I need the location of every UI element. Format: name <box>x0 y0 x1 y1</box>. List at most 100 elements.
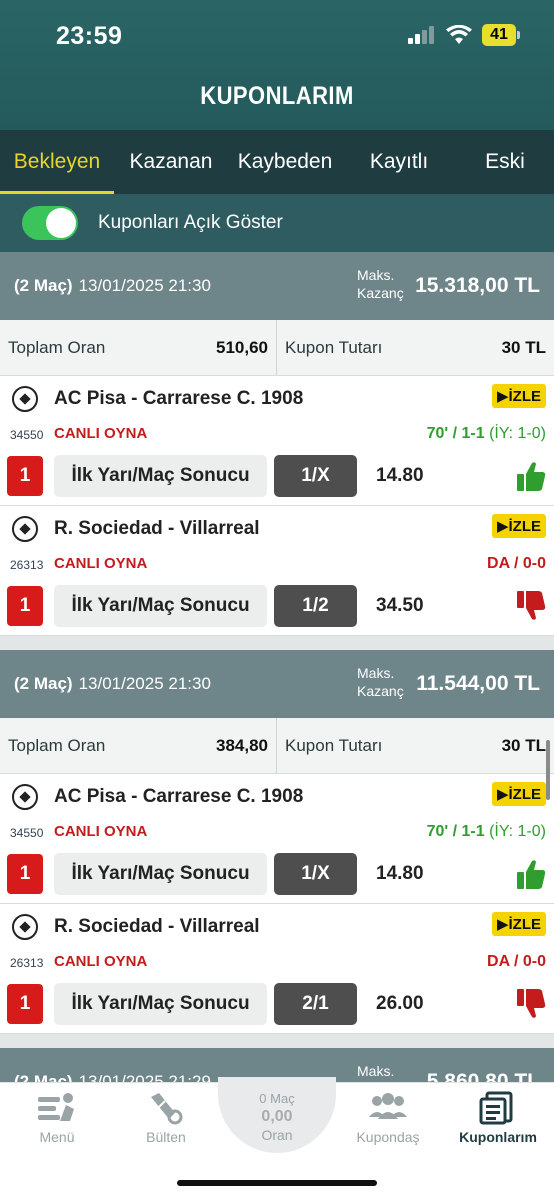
match-row[interactable]: R. Sociedad - Villarreal ▶İZLE 26313 CAN… <box>0 904 554 1034</box>
coupon-totals: Toplam Oran 510,60 Kupon Tutarı 30 TL <box>0 320 554 376</box>
watch-button[interactable]: ▶İZLE <box>491 782 546 806</box>
match-row[interactable]: R. Sociedad - Villarreal ▶İZLE 26313 CAN… <box>0 506 554 636</box>
tab-bekleyen[interactable]: Bekleyen <box>0 130 114 194</box>
match-row[interactable]: AC Pisa - Carrarese C. 1908 ▶İZLE 34550 … <box>0 376 554 506</box>
coupon-date: 13/01/2025 21:30 <box>78 674 211 693</box>
max-win-label: Maks. Kazanç <box>357 267 404 301</box>
play-icon: ▶ <box>496 916 509 933</box>
coupon-tabs: Bekleyen Kazanan Kaybeden Kayıtlı Eski <box>0 130 554 194</box>
bet-odd: 14.80 <box>376 863 424 884</box>
watch-button[interactable]: ▶İZLE <box>491 514 546 538</box>
bet-slip-odds-label: Oran <box>261 1127 293 1143</box>
bet-market: İlk Yarı/Maç Sonucu <box>54 853 267 895</box>
max-win-value: 11.544,00 TL <box>416 672 540 695</box>
soccer-ball-icon <box>12 516 38 542</box>
tab-eski[interactable]: Eski <box>456 130 554 194</box>
bet-market: İlk Yarı/Maç Sonucu <box>54 585 267 627</box>
thumbs-down-icon <box>517 591 546 620</box>
live-play-link[interactable]: CANLI OYNA <box>54 953 147 970</box>
soccer-ball-icon <box>12 784 38 810</box>
live-play-link[interactable]: CANLI OYNA <box>54 425 147 442</box>
scroll-indicator[interactable] <box>546 740 550 800</box>
match-row[interactable]: AC Pisa - Carrarese C. 1908 ▶İZLE 34550 … <box>0 774 554 904</box>
max-win-label: Maks. Kazanç <box>357 1063 404 1082</box>
menu-person-icon <box>38 1093 74 1121</box>
home-indicator <box>177 1180 377 1186</box>
bet-pick: 1/2 <box>274 585 357 627</box>
max-win-value: 15.318,00 TL <box>415 274 540 297</box>
match-teams: AC Pisa - Carrarese C. 1908 <box>54 388 304 409</box>
thumbs-up-icon <box>517 462 546 491</box>
bet-odd: 26.00 <box>376 993 424 1014</box>
tab-kazanan[interactable]: Kazanan <box>114 130 228 194</box>
status-icons: 41 <box>408 24 520 46</box>
live-play-link[interactable]: CANLI OYNA <box>54 555 147 572</box>
page-title: KUPONLARIM <box>200 82 354 110</box>
bet-pick: 2/1 <box>274 983 357 1025</box>
bet-rank: 1 <box>7 456 43 496</box>
soccer-ball-icon <box>12 914 38 940</box>
bet-pick: 1/X <box>274 853 357 895</box>
coupon-card[interactable]: (2 Maç) 13/01/2025 21:30 Maks. Kazanç 15… <box>0 252 554 636</box>
max-win-value: 5.860,80 TL <box>426 1070 540 1082</box>
open-coupons-toggle[interactable] <box>22 206 78 240</box>
coupon-header[interactable]: (2 Maç) 13/01/2025 21:30 Maks. Kazanç 11… <box>0 650 554 718</box>
bet-slip-odds-value: 0,00 <box>261 1108 293 1125</box>
match-score: 70' / 1-1 (İY: 1-0) <box>426 823 546 840</box>
thumbs-down-icon <box>517 989 546 1018</box>
watch-button[interactable]: ▶İZLE <box>491 912 546 936</box>
bet-slip-match-count: 0 Maç <box>259 1091 295 1106</box>
app-header: 23:59 41 KUPONLARIM <box>0 0 554 130</box>
total-odds: Toplam Oran 384,80 <box>0 718 277 773</box>
coupon-match-count: (2 Maç) <box>14 276 73 295</box>
bet-odd: 14.80 <box>376 465 424 486</box>
coupon-amount: Kupon Tutarı 30 TL <box>285 337 546 357</box>
soccer-ball-icon <box>12 386 38 412</box>
match-id: 34550 <box>10 428 44 442</box>
coupon-date: 13/01/2025 21:29 <box>78 1072 211 1082</box>
tab-kayitli[interactable]: Kayıtlı <box>342 130 456 194</box>
thumbs-up-icon <box>517 860 546 889</box>
tab-kaybeden[interactable]: Kaybeden <box>228 130 342 194</box>
match-score: DA / 0-0 <box>487 555 546 572</box>
bet-pick: 1/X <box>274 455 357 497</box>
watch-button[interactable]: ▶İZLE <box>491 384 546 408</box>
total-odds: Toplam Oran 510,60 <box>0 320 277 375</box>
nav-kuponlarim[interactable]: Kuponlarım <box>443 1091 553 1145</box>
coupon-list[interactable]: (2 Maç) 13/01/2025 21:30 Maks. Kazanç 15… <box>0 252 554 1082</box>
match-id: 34550 <box>10 826 44 840</box>
battery-level: 41 <box>482 24 520 46</box>
match-id: 26313 <box>10 956 44 970</box>
coupon-match-count: (2 Maç) <box>14 674 73 693</box>
bet-market: İlk Yarı/Maç Sonucu <box>54 455 267 497</box>
coupon-amount: Kupon Tutarı 30 TL <box>285 735 546 755</box>
bet-rank: 1 <box>7 586 43 626</box>
match-id: 26313 <box>10 558 44 572</box>
open-coupons-toggle-bar: Kuponları Açık Göster <box>0 194 554 252</box>
coupon-match-count: (2 Maç) <box>14 1072 73 1082</box>
match-teams: AC Pisa - Carrarese C. 1908 <box>54 786 304 807</box>
nav-menu[interactable]: Menü <box>2 1091 112 1145</box>
wifi-icon <box>446 25 472 44</box>
coupon-header[interactable]: (2 Maç) 13/01/2025 21:30 Maks. Kazanç 15… <box>0 252 554 320</box>
coupon-date: 13/01/2025 21:30 <box>78 276 211 295</box>
group-icon <box>369 1093 407 1119</box>
nav-bulletin[interactable]: Bülten <box>111 1091 221 1145</box>
bulletin-icon <box>151 1093 183 1125</box>
max-win-label: Maks. Kazanç <box>357 665 404 699</box>
open-coupons-toggle-label: Kuponları Açık Göster <box>98 212 283 233</box>
match-score: 70' / 1-1 (İY: 1-0) <box>426 425 546 442</box>
match-score: DA / 0-0 <box>487 953 546 970</box>
coupon-card[interactable]: (2 Maç) 13/01/2025 21:30 Maks. Kazanç 11… <box>0 650 554 1034</box>
match-teams: R. Sociedad - Villarreal <box>54 916 260 937</box>
bet-market: İlk Yarı/Maç Sonucu <box>54 983 267 1025</box>
cellular-signal-icon <box>408 26 434 44</box>
bet-slip-button[interactable]: 0 Maç 0,00 Oran <box>218 1077 336 1153</box>
play-icon: ▶ <box>496 388 509 405</box>
nav-kupondas[interactable]: Kupondaş <box>333 1091 443 1145</box>
status-time: 23:59 <box>56 22 123 50</box>
bet-rank: 1 <box>7 854 43 894</box>
live-play-link[interactable]: CANLI OYNA <box>54 823 147 840</box>
coupons-icon <box>479 1091 513 1125</box>
play-icon: ▶ <box>496 786 509 803</box>
